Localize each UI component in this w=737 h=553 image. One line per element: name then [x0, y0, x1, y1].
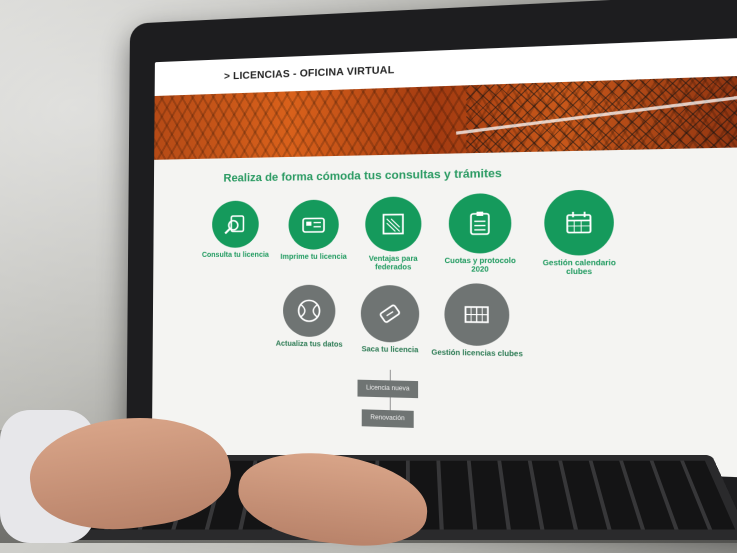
renewal-button[interactable]: Renovación: [362, 409, 414, 428]
ticket-icon: [376, 300, 404, 328]
headline: Realiza de forma cómoda tus consultas y …: [223, 167, 501, 184]
tile-saca-licencia[interactable]: Saca tu licencia: [349, 285, 431, 356]
tile-label: Saca tu licencia: [349, 346, 431, 356]
tile-circle[interactable]: [283, 285, 335, 338]
tile-circle[interactable]: [544, 190, 614, 256]
tile-circle[interactable]: [365, 196, 421, 251]
clipboard-checklist-icon: [465, 209, 494, 237]
id-card-icon: [300, 211, 327, 238]
tile-cuotas-protocolo[interactable]: Cuotas y protocolo 2020: [436, 193, 525, 275]
tile-gestion-licencias-clubes[interactable]: Gestión licencias clubes: [431, 283, 523, 359]
tile-label: Gestión calendario clubes: [530, 260, 630, 278]
tile-label: Gestión licencias clubes: [431, 349, 523, 359]
tile-label: Actualiza tus datos: [272, 340, 347, 350]
tile-label: Cuotas y protocolo 2020: [436, 258, 525, 275]
tile-label: Consulta tu licencia: [199, 252, 272, 260]
tennis-ball-icon: [295, 297, 322, 324]
new-license-button[interactable]: Licencia nueva: [357, 380, 418, 398]
tile-consulta-licencia[interactable]: Consulta tu licencia: [199, 200, 272, 260]
tile-circle[interactable]: [361, 285, 419, 343]
magnifier-card-icon: [222, 211, 248, 238]
tile-gestion-calendario[interactable]: Gestión calendario clubes: [529, 189, 629, 277]
page-title: > LICENCIAS - OFICINA VIRTUAL: [224, 65, 394, 83]
tile-ventajas-federados[interactable]: Ventajas para federados: [353, 196, 433, 272]
tile-circle[interactable]: [212, 201, 259, 248]
tennis-court-icon: [462, 301, 491, 329]
tile-circle[interactable]: [288, 200, 338, 250]
calendar-icon: [564, 208, 594, 237]
tile-imprime-licencia[interactable]: Imprime tu licencia: [276, 199, 351, 262]
tile-circle[interactable]: [444, 283, 509, 346]
tile-label: Imprime tu licencia: [276, 254, 351, 262]
tile-circle[interactable]: [449, 193, 512, 253]
tile-actualiza-datos[interactable]: Actualiza tus datos: [272, 285, 348, 350]
laptop-screen: > LICENCIAS - OFICINA VIRTUAL Realiza de…: [152, 38, 737, 478]
document-icon: [379, 210, 407, 238]
tile-label: Ventajas para federados: [353, 256, 433, 273]
